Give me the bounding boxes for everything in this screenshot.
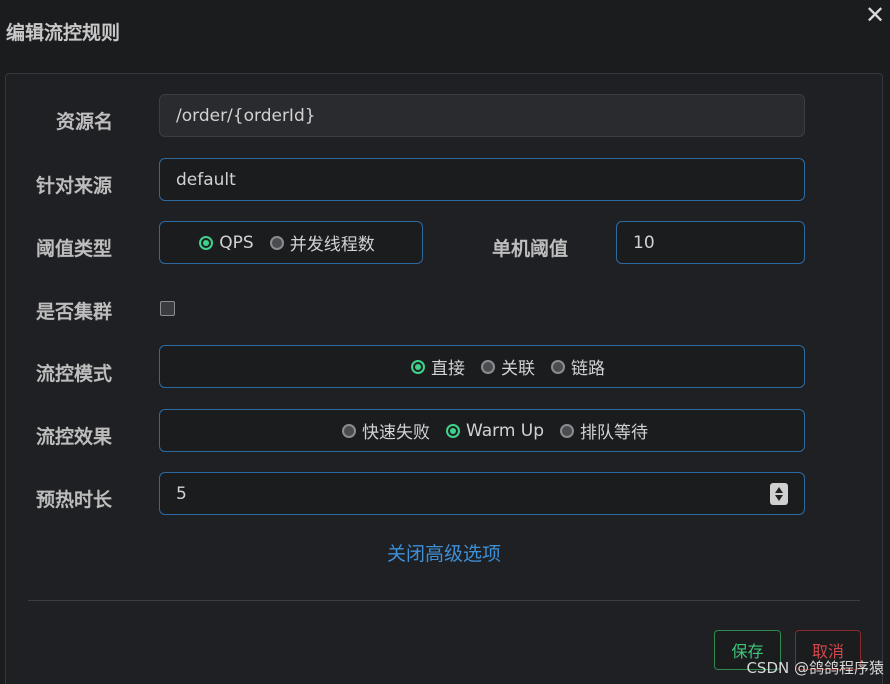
radio-selected-icon <box>411 359 425 374</box>
radio-unselected-icon <box>269 235 284 250</box>
radio-warm-up[interactable]: Warm Up <box>445 420 545 441</box>
warmup-duration-input[interactable]: 5 <box>159 472 805 515</box>
radio-selected-icon <box>445 423 460 438</box>
resource-name-value: /order/{orderId} <box>176 105 316 126</box>
watermark: CSDN @鸽鸽程序猿 <box>746 659 884 677</box>
radio-fast-fail-label: 快速失败 <box>361 423 430 443</box>
radio-queue[interactable]: 排队等待 <box>560 418 648 443</box>
resource-name-field: /order/{orderId} <box>159 94 805 137</box>
radio-fast-fail[interactable]: 快速失败 <box>341 418 430 443</box>
flow-mode-label: 流控模式 <box>36 363 113 385</box>
radio-thread-count[interactable]: 并发线程数 <box>269 230 375 255</box>
radio-queue-label: 排队等待 <box>580 423 649 443</box>
flow-effect-label: 流控效果 <box>36 426 113 448</box>
resource-label: 资源名 <box>56 111 114 133</box>
divider <box>28 600 860 601</box>
radio-unselected-icon <box>341 423 356 438</box>
close-advanced-options-link[interactable]: 关闭高级选项 <box>6 539 882 566</box>
radio-qps[interactable]: QPS <box>199 232 254 253</box>
threshold-type-radio-group: QPS 并发线程数 <box>159 221 423 264</box>
radio-direct-label: 直接 <box>431 359 465 379</box>
radio-qps-label: QPS <box>219 232 254 253</box>
warmup-label: 预热时长 <box>36 489 113 511</box>
radio-unselected-icon <box>481 359 495 374</box>
radio-relate[interactable]: 关联 <box>481 354 535 379</box>
radio-unselected-icon <box>560 423 575 438</box>
radio-chain[interactable]: 链路 <box>551 354 605 379</box>
cluster-checkbox[interactable] <box>160 301 175 316</box>
number-stepper-icon[interactable] <box>770 483 788 505</box>
form-body: 资源名 /order/{orderId} 针对来源 default 阈值类型 Q… <box>5 73 883 684</box>
radio-unselected-icon <box>551 359 565 374</box>
single-threshold-label: 单机阈值 <box>492 238 569 260</box>
warmup-value: 5 <box>176 483 187 504</box>
source-input[interactable]: default <box>159 158 805 201</box>
stepper-up-icon[interactable] <box>775 487 783 493</box>
radio-direct[interactable]: 直接 <box>411 354 465 379</box>
edit-flow-rule-dialog: 编辑流控规则 ✕ 资源名 /order/{orderId} 针对来源 defau… <box>0 0 890 684</box>
dialog-title: 编辑流控规则 <box>6 22 121 44</box>
radio-warm-up-label: Warm Up <box>465 420 545 441</box>
threshold-type-label: 阈值类型 <box>36 238 113 260</box>
source-value: default <box>176 169 236 190</box>
cluster-label: 是否集群 <box>36 301 113 323</box>
source-label: 针对来源 <box>36 175 113 197</box>
single-threshold-value: 10 <box>633 232 655 253</box>
single-threshold-input[interactable]: 10 <box>616 221 805 264</box>
stepper-down-icon[interactable] <box>775 495 783 501</box>
close-icon[interactable]: ✕ <box>864 2 886 28</box>
radio-selected-icon <box>199 235 214 250</box>
radio-chain-label: 链路 <box>571 359 605 379</box>
flow-mode-radio-group: 直接 关联 链路 <box>159 345 805 388</box>
radio-thread-count-label: 并发线程数 <box>289 235 375 255</box>
flow-effect-radio-group: 快速失败 Warm Up 排队等待 <box>159 409 805 452</box>
radio-relate-label: 关联 <box>501 359 535 379</box>
